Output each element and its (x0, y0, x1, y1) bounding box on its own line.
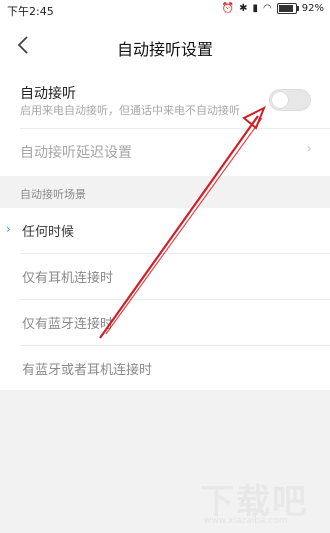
auto-answer-description: 启用来电自动接听，但通话中来电不自动接听 (20, 104, 240, 117)
scenario-label: 有蓝牙或者耳机连接时 (22, 363, 153, 378)
scenarios-card: › 任何时候 仅有耳机连接时 仅有蓝牙连接时 有蓝牙或者耳机连接时 (0, 208, 330, 390)
scenario-option-headset[interactable]: 仅有耳机连接时 (0, 254, 330, 298)
auto-answer-card: 自动接听 启用来电自动接听，但通话中来电不自动接听 自动接听延迟设置 › (0, 72, 330, 176)
scenario-label: 任何时候 (22, 225, 75, 240)
page-title: 自动接听设置 (116, 40, 213, 59)
bluetooth-icon: ✱ (239, 3, 248, 14)
title-bar: 自动接听设置 (0, 20, 330, 72)
scenario-label: 仅有蓝牙连接时 (22, 317, 114, 332)
status-time: 下午2:45 (7, 5, 54, 18)
scenario-option-bluetooth-or-headset[interactable]: 有蓝牙或者耳机连接时 (0, 346, 330, 390)
status-bar: 下午2:45 ⏰ ✱ ▮ ◠ 92% (0, 0, 330, 20)
chevron-right-icon: › (306, 141, 312, 157)
watermark: 下载吧 www.xiazaiba.com (196, 470, 326, 530)
alarm-icon: ⏰ (221, 3, 235, 14)
scenarios-section-header: 自动接听场景 (20, 188, 86, 201)
signal-icon: ▮ (252, 3, 259, 14)
wifi-icon: ◠ (263, 3, 272, 14)
delay-settings-label: 自动接听延迟设置 (20, 145, 132, 161)
auto-answer-label: 自动接听 (20, 86, 76, 102)
scenario-option-bluetooth[interactable]: 仅有蓝牙连接时 (0, 300, 330, 344)
toggle-knob (272, 92, 288, 108)
selected-chevron-icon: › (6, 222, 11, 236)
status-icons: ⏰ ✱ ▮ ◠ 92% (222, 3, 324, 14)
scenario-label: 仅有耳机连接时 (22, 271, 114, 286)
delay-settings-row[interactable]: 自动接听延迟设置 › (0, 129, 330, 175)
auto-answer-toggle[interactable] (269, 89, 311, 111)
battery-icon (276, 3, 299, 14)
battery-level: 92% (301, 3, 324, 14)
scenario-option-anytime[interactable]: › 任何时候 (0, 208, 330, 252)
watermark-url: www.xiazaiba.com (204, 516, 288, 526)
